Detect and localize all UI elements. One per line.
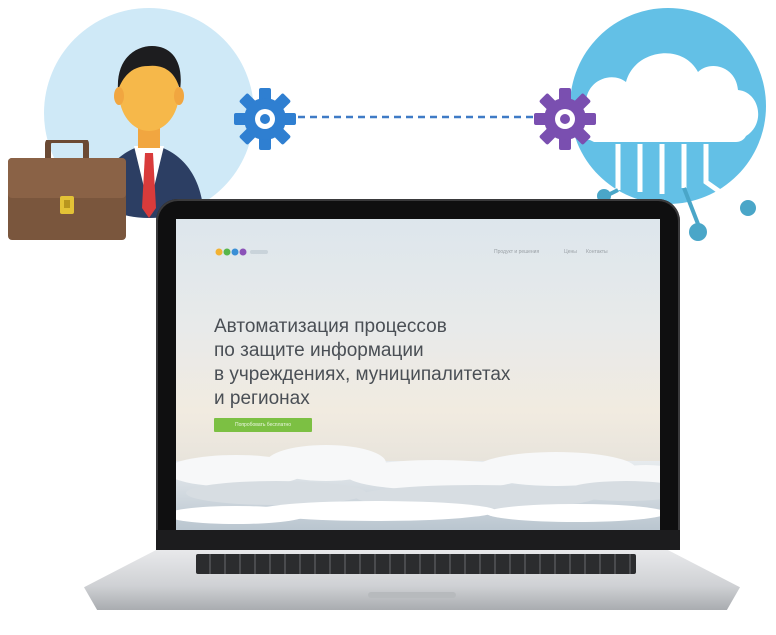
hero-title-line: по защите информации bbox=[214, 340, 424, 361]
connection-line bbox=[298, 115, 550, 119]
briefcase-icon bbox=[8, 140, 126, 240]
site-nav-products[interactable]: Продукт и решения bbox=[494, 249, 539, 255]
hero-title-line: и регионах bbox=[214, 388, 310, 409]
laptop-chin bbox=[156, 530, 680, 550]
laptop-notch bbox=[368, 592, 456, 598]
laptop-keyboard bbox=[196, 554, 636, 574]
site-nav-contacts[interactable]: Контакты bbox=[586, 249, 608, 255]
gear-icon bbox=[234, 88, 296, 150]
site-nav-prices[interactable]: Цены bbox=[564, 249, 577, 255]
site-logo[interactable] bbox=[214, 247, 270, 257]
gear-icon bbox=[534, 88, 596, 150]
try-free-button[interactable]: Попробовать бесплатно bbox=[214, 418, 312, 432]
hero-title-line: в учреждениях, муниципалитетах bbox=[214, 364, 511, 385]
laptop-screen: Продукт и решения Цены Контакты Автомати… bbox=[176, 219, 660, 530]
hero-title: Автоматизация процессов по защите информ… bbox=[214, 315, 634, 411]
clouds-background bbox=[176, 445, 660, 530]
hero-title-line: Автоматизация процессов bbox=[214, 316, 447, 337]
